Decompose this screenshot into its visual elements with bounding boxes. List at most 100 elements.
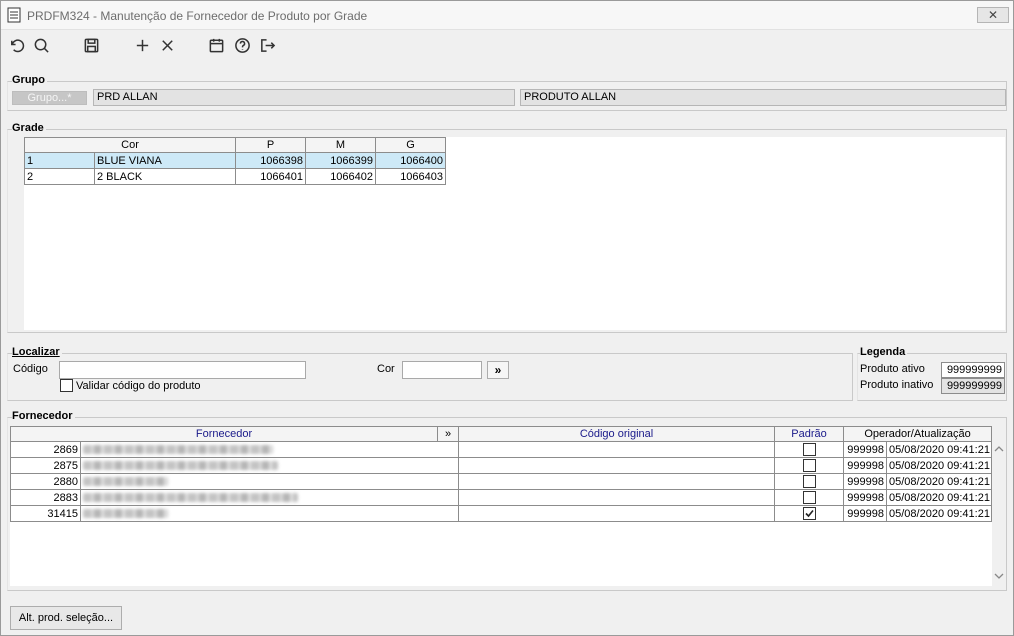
codigo-original-cell[interactable]: [458, 505, 776, 522]
grade-title: Grade: [12, 122, 46, 134]
codigo-original-cell[interactable]: [458, 457, 776, 474]
close-icon: ✕: [987, 8, 999, 22]
grupo-button[interactable]: Grupo...*: [12, 91, 87, 105]
table-row[interactable]: 2880 999998 05/08/2020 09:41:21: [10, 473, 993, 490]
column-header-padrao[interactable]: Padrão: [774, 426, 845, 442]
delete-button[interactable]: [157, 35, 177, 55]
fornecedor-name-cell[interactable]: [79, 473, 460, 490]
row-number: 1: [24, 152, 95, 169]
scroll-up-button[interactable]: [994, 445, 1004, 455]
column-header-cor[interactable]: Cor: [23, 137, 237, 153]
fornecedor-name-cell[interactable]: [79, 457, 460, 474]
save-button[interactable]: [81, 35, 101, 55]
help-icon: [234, 37, 250, 53]
main-window: PRDFM324 - Manutenção de Fornecedor de P…: [0, 0, 1014, 636]
document-icon: [7, 7, 21, 23]
atualizacao-cell: 05/08/2020 09:41:21: [886, 489, 993, 506]
save-icon: [84, 38, 98, 52]
atualizacao-cell: 05/08/2020 09:41:21: [886, 441, 993, 458]
redacted-text: [83, 461, 278, 470]
size-g-cell[interactable]: 1066400: [375, 152, 447, 169]
padrao-cell[interactable]: [774, 473, 845, 490]
localizar-title: Localizar: [12, 346, 62, 358]
padrao-cell[interactable]: [774, 489, 845, 506]
scroll-down-button[interactable]: [994, 572, 1004, 582]
padrao-checkbox[interactable]: [802, 459, 816, 472]
cor-label: Cor: [377, 363, 395, 375]
padrao-cell[interactable]: [774, 457, 845, 474]
chevron-down-icon: [994, 573, 1004, 579]
add-button[interactable]: [132, 35, 152, 55]
size-p-cell[interactable]: 1066401: [235, 168, 307, 185]
calendar-button[interactable]: [206, 35, 226, 55]
column-header-codigo-original[interactable]: Código original: [458, 426, 776, 442]
column-header-g[interactable]: G: [375, 137, 447, 153]
chevron-up-icon: [994, 446, 1004, 452]
codigo-original-cell[interactable]: [458, 441, 776, 458]
cor-input[interactable]: [402, 361, 482, 379]
exit-button[interactable]: [257, 35, 277, 55]
codigo-original-cell[interactable]: [458, 473, 776, 490]
operador-cell: 999998: [843, 441, 888, 458]
padrao-checkbox[interactable]: [802, 507, 816, 520]
operador-cell: 999998: [843, 489, 888, 506]
legenda-title: Legenda: [860, 346, 908, 358]
fornecedor-code-cell[interactable]: 2869: [10, 441, 81, 458]
operador-cell: 999998: [843, 505, 888, 522]
size-m-cell[interactable]: 1066402: [305, 168, 377, 185]
column-header-p[interactable]: P: [235, 137, 307, 153]
redacted-text: [83, 493, 298, 502]
title-bar: PRDFM324 - Manutenção de Fornecedor de P…: [1, 1, 1013, 30]
delete-icon: [161, 39, 173, 51]
padrao-checkbox[interactable]: [802, 491, 816, 504]
fornecedor-expand-button[interactable]: »: [437, 426, 460, 442]
table-row[interactable]: 2875 999998 05/08/2020 09:41:21: [10, 457, 993, 474]
grupo-title: Grupo: [12, 74, 47, 86]
codigo-input[interactable]: [59, 361, 306, 379]
atualizacao-cell: 05/08/2020 09:41:21: [886, 457, 993, 474]
close-button[interactable]: ✕: [977, 7, 1009, 23]
fornecedor-name-cell[interactable]: [79, 505, 460, 522]
padrao-cell[interactable]: [774, 441, 845, 458]
fornecedor-code-cell[interactable]: 2880: [10, 473, 81, 490]
size-p-cell[interactable]: 1066398: [235, 152, 307, 169]
redacted-text: [83, 477, 168, 486]
column-header-fornecedor[interactable]: Fornecedor: [9, 426, 439, 442]
localizar-go-button[interactable]: »: [487, 361, 509, 379]
fornecedor-title: Fornecedor: [12, 410, 75, 422]
table-row[interactable]: 2 2 BLACK 1066401 1066402 1066403: [24, 168, 447, 185]
codigo-original-cell[interactable]: [458, 489, 776, 506]
fornecedor-code-cell[interactable]: 2875: [10, 457, 81, 474]
padrao-checkbox[interactable]: [802, 443, 816, 456]
fornecedor-code-cell[interactable]: 31415: [10, 505, 81, 522]
codigo-label: Código: [13, 363, 48, 375]
fornecedor-name-cell[interactable]: [79, 489, 460, 506]
table-row[interactable]: 1 BLUE VIANA 1066398 1066399 1066400: [24, 152, 447, 169]
size-m-cell[interactable]: 1066399: [305, 152, 377, 169]
redacted-text: [83, 509, 168, 518]
alt-prod-selecao-button[interactable]: Alt. prod. seleção...: [10, 606, 122, 630]
table-row[interactable]: 2883 999998 05/08/2020 09:41:21: [10, 489, 993, 506]
undo-icon: [10, 38, 24, 52]
table-row[interactable]: 2869 999998 05/08/2020 09:41:21: [10, 441, 993, 458]
cor-cell[interactable]: BLUE VIANA: [93, 152, 237, 169]
validar-checkbox[interactable]: [60, 379, 73, 392]
grade-grid-area: Cor P M G 1 BLUE VIANA 1066398 1066399 1…: [23, 137, 1005, 330]
column-header-m[interactable]: M: [305, 137, 377, 153]
fornecedor-name-cell[interactable]: [79, 441, 460, 458]
check-icon: [804, 509, 814, 518]
size-g-cell[interactable]: 1066403: [375, 168, 447, 185]
fornecedor-code-cell[interactable]: 2883: [10, 489, 81, 506]
table-row[interactable]: 31415 999998 05/08/2020 09:41:21: [10, 505, 993, 522]
undo-button[interactable]: [6, 35, 26, 55]
padrao-checkbox[interactable]: [802, 475, 816, 488]
search-button[interactable]: [31, 35, 51, 55]
cor-cell[interactable]: 2 BLACK: [93, 168, 237, 185]
column-header-operador[interactable]: Operador/Atualização: [843, 426, 993, 442]
fornecedor-grid-area: Fornecedor » Código original Padrão Oper…: [9, 426, 993, 586]
operador-cell: 999998: [843, 473, 888, 490]
window-title: PRDFM324 - Manutenção de Fornecedor de P…: [27, 9, 368, 23]
padrao-cell[interactable]: [774, 505, 845, 522]
help-button[interactable]: [232, 35, 252, 55]
grupo-description-field: PRODUTO ALLAN: [520, 89, 1006, 106]
